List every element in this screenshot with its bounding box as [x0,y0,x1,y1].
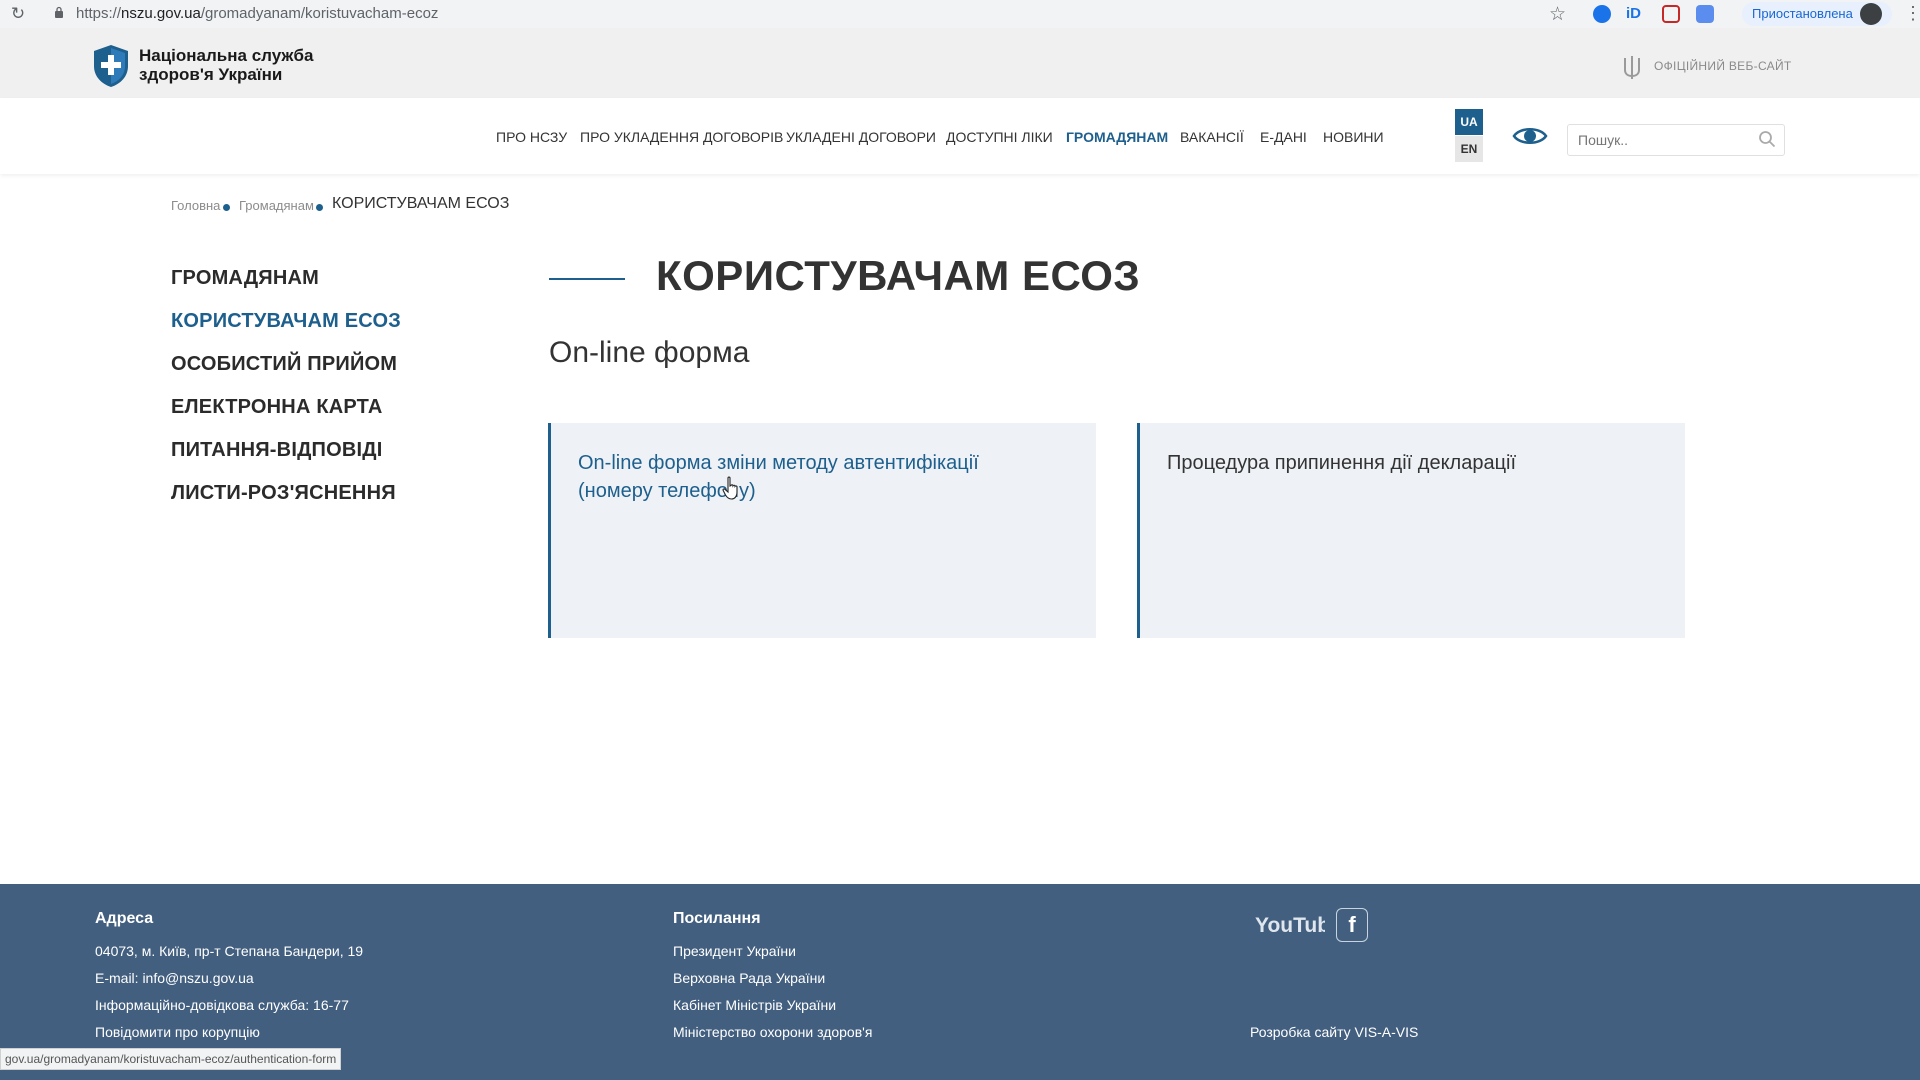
sidebar-item-electronic-map[interactable]: ЕЛЕКТРОННА КАРТА [171,396,382,419]
reload-icon[interactable]: ↻ [8,4,28,24]
footer-link-rada[interactable]: Верховна Рада України [673,970,825,986]
lang-en-button[interactable]: EN [1455,136,1483,162]
footer-dev-credit[interactable]: Розробка сайту VIS-A-VIS [1250,1024,1418,1040]
nav-item-about[interactable]: ПРО НСЗУ [496,129,567,145]
footer-link-president[interactable]: Президент України [673,943,796,959]
extension-id-icon[interactable]: iD [1626,5,1644,23]
nav-item-contracting[interactable]: ПРО УКЛАДЕННЯ ДОГОВОРІВ [580,129,783,145]
section-title: On-line форма [549,336,750,369]
trident-icon [1624,56,1640,79]
extension-icon[interactable] [1593,5,1611,23]
nav-item-news[interactable]: НОВИНИ [1323,129,1384,145]
accessibility-eye-icon[interactable] [1512,124,1548,148]
breadcrumb-parent[interactable]: Громадянам [239,198,314,213]
search-input[interactable] [1576,128,1750,152]
breadcrumb-current: КОРИСТУВАЧАМ ЕСОЗ [332,195,510,212]
url-scheme: https:// [76,5,122,22]
youtube-wordmark: YouTube [1255,914,1325,937]
address-bar[interactable]: https://nszu.gov.ua/gromadyanam/koristuv… [76,5,438,22]
page-title: КОРИСТУВАЧАМ ЕСОЗ [656,252,1141,299]
nav-item-medicines[interactable]: ДОСТУПНІ ЛІКИ [946,129,1053,145]
sidebar-item-personal-reception[interactable]: ОСОБИСТИЙ ПРИЙОМ [171,353,397,376]
official-site-label: ОФІЦІЙНИЙ ВЕБ-САЙТ [1654,59,1792,73]
footer-email[interactable]: E-mail: info@nszu.gov.ua [95,970,254,986]
bookmark-star-icon[interactable]: ☆ [1549,3,1566,26]
search-icon[interactable] [1758,130,1776,148]
site-logo-text[interactable]: Національна служба здоров'я України [139,46,339,84]
breadcrumb-separator [316,204,323,211]
nav-item-citizens[interactable]: ГРОМАДЯНАМ [1066,129,1168,145]
footer-link-moh[interactable]: Міністерство охорони здоров'я [673,1024,872,1040]
facebook-icon[interactable]: f [1336,908,1368,942]
title-accent-line [549,278,625,280]
youtube-icon[interactable]: YouTube [1255,910,1325,940]
url-host: nszu.gov.ua [121,5,201,22]
status-bar-url: gov.ua/gromadyanam/koristuvacham-ecoz/au… [0,1048,342,1070]
breadcrumb-separator [223,204,230,211]
avatar[interactable] [1860,3,1882,25]
sidebar-item-faq[interactable]: ПИТАННЯ-ВІДПОВІДІ [171,439,382,462]
sidebar-item-ecoz-users[interactable]: КОРИСТУВАЧАМ ЕСОЗ [171,310,401,333]
url-path: /gromadyanam/koristuvacham-ecoz [200,5,439,22]
declaration-termination-link[interactable]: Процедура припинення дії декларації [1167,449,1627,477]
breadcrumb-home[interactable]: Головна [171,198,220,213]
translate-extension-icon[interactable] [1696,5,1714,23]
footer-helpline: Інформаційно-довідкова служба: 16-77 [95,997,349,1013]
hand-cursor-icon [722,476,738,500]
sidebar-item-letters[interactable]: ЛИСТИ-РОЗ'ЯСНЕННЯ [171,482,396,505]
shield-logo-icon[interactable] [92,44,130,88]
footer-links-heading: Посилання [673,910,761,927]
logo-line-1: Національна служба [139,46,314,65]
profile-label: Приостановлена [1752,6,1853,21]
extension-pocket-icon[interactable] [1662,5,1680,23]
footer-address-heading: Адреса [95,910,154,927]
footer-report-corruption-link[interactable]: Повідомити про корупцію [95,1024,260,1040]
footer-address: 04073, м. Київ, пр-т Степана Бандери, 19 [95,943,364,959]
browser-menu-icon[interactable]: ⋮ [1904,3,1920,24]
footer-link-cabinet[interactable]: Кабінет Міністрів України [673,997,836,1013]
nav-item-edata[interactable]: Е-ДАНІ [1260,129,1307,145]
sidebar-item-citizens[interactable]: ГРОМАДЯНАМ [171,267,319,290]
lock-icon [55,6,63,18]
logo-line-2: здоров'я України [139,65,283,84]
nav-item-vacancies[interactable]: ВАКАНСІЇ [1180,129,1244,145]
nav-item-contracts[interactable]: УКЛАДЕНІ ДОГОВОРИ [786,129,936,145]
auth-change-form-link[interactable]: On-line форма зміни методу автентифікаці… [578,449,998,505]
lang-ua-button[interactable]: UA [1455,109,1483,135]
